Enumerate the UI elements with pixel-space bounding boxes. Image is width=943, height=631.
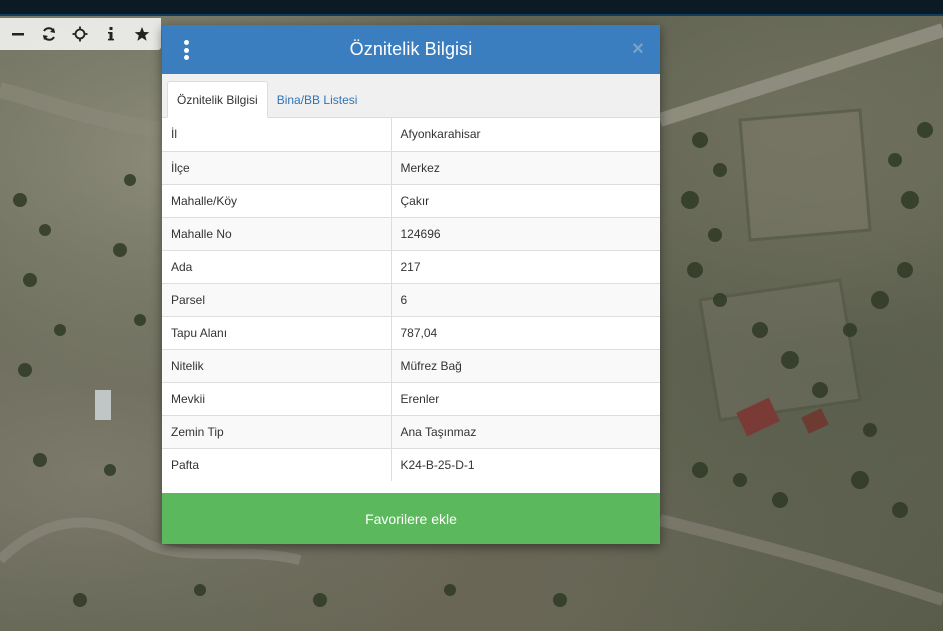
table-row: Pafta K24-B-25-D-1 bbox=[162, 448, 660, 481]
star-icon bbox=[134, 27, 149, 41]
attribute-value: Ana Taşınmaz bbox=[391, 415, 660, 449]
map-toolbar bbox=[0, 18, 161, 50]
minus-icon bbox=[11, 33, 24, 36]
attribute-value: 124696 bbox=[391, 217, 660, 251]
attribute-key: Zemin Tip bbox=[162, 415, 392, 449]
table-row: Nitelik Müfrez Bağ bbox=[162, 349, 660, 383]
table-row: İl Afyonkarahisar bbox=[162, 118, 660, 152]
attribute-value: 787,04 bbox=[391, 316, 660, 350]
table-row: Tapu Alanı 787,04 bbox=[162, 316, 660, 350]
attribute-value: Erenler bbox=[391, 382, 660, 416]
tab-attribute-info[interactable]: Öznitelik Bilgisi bbox=[167, 81, 268, 118]
info-button[interactable] bbox=[95, 18, 126, 50]
table-row: Zemin Tip Ana Taşınmaz bbox=[162, 415, 660, 449]
attribute-value: 6 bbox=[391, 283, 660, 317]
modal-header: Öznitelik Bilgisi × bbox=[162, 25, 660, 74]
attribute-key: İl bbox=[162, 118, 392, 152]
attribute-table: İl Afyonkarahisar İlçe Merkez Mahalle/Kö… bbox=[162, 118, 660, 481]
attribute-key: Parsel bbox=[162, 283, 392, 317]
kebab-menu-icon[interactable] bbox=[178, 40, 194, 60]
attribute-value: Merkez bbox=[391, 151, 660, 185]
refresh-button[interactable] bbox=[33, 18, 64, 50]
add-to-favorites-button[interactable]: Favorilere ekle bbox=[162, 493, 660, 544]
top-bar bbox=[0, 0, 943, 16]
attribute-key: İlçe bbox=[162, 151, 392, 185]
table-row: Mevkii Erenler bbox=[162, 382, 660, 416]
attribute-key: Nitelik bbox=[162, 349, 392, 383]
crosshair-icon bbox=[72, 26, 87, 42]
info-icon bbox=[107, 27, 114, 41]
modal-title: Öznitelik Bilgisi bbox=[349, 39, 473, 59]
favorites-button[interactable] bbox=[126, 18, 157, 50]
zoom-out-button[interactable] bbox=[2, 18, 33, 50]
table-row: İlçe Merkez bbox=[162, 151, 660, 185]
attribute-value: K24-B-25-D-1 bbox=[400, 457, 475, 472]
modal-tabs: Öznitelik Bilgisi Bina/BB Listesi bbox=[162, 74, 660, 118]
table-row: Mahalle No 124696 bbox=[162, 217, 660, 251]
attribute-value: 217 bbox=[391, 250, 660, 284]
tab-building-list[interactable]: Bina/BB Listesi bbox=[268, 81, 367, 118]
attribute-key: Mahalle No bbox=[162, 217, 392, 251]
table-row: Mahalle/Köy Çakır bbox=[162, 184, 660, 218]
attribute-key: Ada bbox=[162, 250, 392, 284]
attribute-key: Mevkii bbox=[162, 382, 392, 416]
refresh-icon bbox=[42, 27, 55, 41]
attribute-key: Pafta bbox=[162, 448, 392, 481]
attribute-value: Afyonkarahisar bbox=[391, 118, 660, 152]
locate-button[interactable] bbox=[64, 18, 95, 50]
close-icon[interactable]: × bbox=[628, 38, 648, 60]
attribute-value: Müfrez Bağ bbox=[391, 349, 660, 383]
attribute-key: Tapu Alanı bbox=[162, 316, 392, 350]
table-row: Parsel 6 bbox=[162, 283, 660, 317]
attribute-key: Mahalle/Köy bbox=[162, 184, 392, 218]
table-row: Ada 217 bbox=[162, 250, 660, 284]
attribute-value: Çakır bbox=[391, 184, 660, 218]
attribute-info-modal: Öznitelik Bilgisi × Öznitelik Bilgisi Bi… bbox=[162, 25, 660, 544]
